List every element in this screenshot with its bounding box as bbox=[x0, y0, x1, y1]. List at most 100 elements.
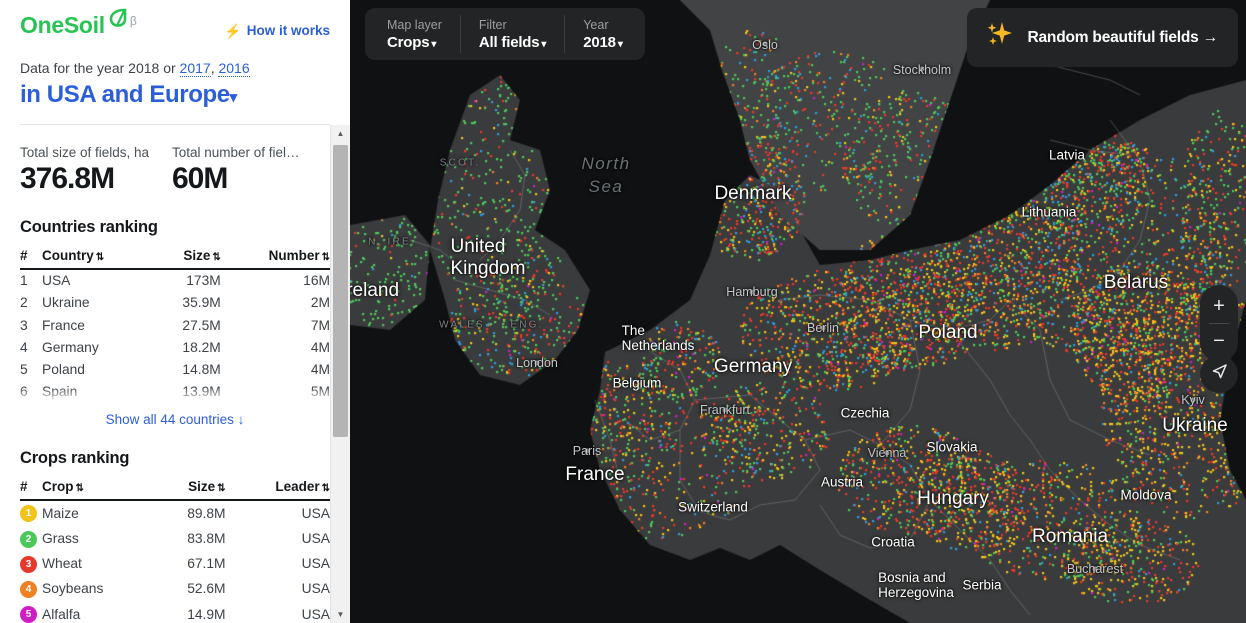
filter-value: All fields ▾ bbox=[478, 33, 547, 51]
row-size: 35.9M bbox=[182, 295, 221, 311]
table-header-row: # Crop ⇅ Size ⇅ Leader ⇅ bbox=[20, 474, 330, 501]
row-size: 13.9M bbox=[182, 384, 221, 400]
crop-color-badge: 2 bbox=[20, 530, 37, 548]
row-crop: Maize bbox=[42, 505, 79, 521]
table-header-row: # Country ⇅ Size ⇅ Number ⇅ bbox=[20, 243, 330, 270]
row-country: France bbox=[42, 317, 85, 333]
crop-color-badge: 3 bbox=[20, 555, 37, 573]
city-dot-icon bbox=[820, 325, 826, 331]
year-label: Year bbox=[583, 18, 609, 32]
sidebar: OneSoil β ⚡ How it works Data for the ye… bbox=[0, 0, 350, 623]
header-divider bbox=[20, 124, 330, 125]
row-size: 67.1M bbox=[187, 556, 226, 572]
row-rank-badge: 5 bbox=[20, 601, 42, 623]
table-row[interactable]: 3 France 27.5M 7M bbox=[20, 314, 330, 336]
stat-value: 376.8M bbox=[20, 162, 115, 195]
map-canvas[interactable] bbox=[350, 0, 1246, 623]
year-link-2017[interactable]: 2017 bbox=[179, 60, 211, 77]
sort-icon[interactable]: ⇅ bbox=[212, 252, 220, 263]
table-row[interactable]: 2 Grass 83.8M USA bbox=[20, 526, 330, 551]
stat-total-number: Total number of fiel… 60M bbox=[172, 145, 300, 196]
onesoil-logo[interactable]: OneSoil β bbox=[20, 8, 137, 37]
scrollbar-thumb[interactable] bbox=[333, 145, 348, 437]
lightning-bolt-icon: ⚡ bbox=[224, 22, 242, 39]
table-row[interactable]: 5 Alfalfa 14.9M USA bbox=[20, 601, 330, 623]
table-row[interactable]: 1 USA 173M 16M bbox=[20, 269, 330, 292]
table-row[interactable]: 4 Germany 18.2M 4M bbox=[20, 336, 330, 358]
crop-color-badge: 5 bbox=[20, 606, 37, 623]
city-dot-icon bbox=[722, 407, 728, 413]
stat-total-size: Total size of fields, ha 376.8M bbox=[20, 145, 172, 196]
random-beautiful-fields-label: Random beautiful fields → bbox=[1027, 28, 1219, 46]
row-rank-badge: 4 bbox=[20, 576, 42, 601]
row-rank-badge: 2 bbox=[20, 526, 42, 551]
countries-ranking-title: Countries ranking bbox=[20, 217, 158, 236]
sidebar-header: OneSoil β ⚡ How it works Data for the ye… bbox=[0, 0, 350, 125]
row-number: 16M bbox=[303, 273, 330, 289]
leaf-icon bbox=[107, 7, 129, 36]
row-rank: 4 bbox=[20, 339, 28, 355]
crop-color-badge: 4 bbox=[20, 580, 37, 598]
row-leader: USA bbox=[301, 581, 330, 597]
table-row[interactable]: 1 Maize 89.8M USA bbox=[20, 500, 330, 526]
col-size[interactable]: Size ⇅ bbox=[154, 474, 226, 501]
row-rank: 6 bbox=[20, 384, 28, 400]
countries-ranking-table: # Country ⇅ Size ⇅ Number ⇅ 1 USA 173M 16M 2 Ukr… bbox=[20, 243, 330, 403]
row-crop: Alfalfa bbox=[42, 606, 81, 622]
how-it-works-label: How it works bbox=[246, 23, 330, 38]
table-row[interactable]: 2 Ukraine 35.9M 2M bbox=[20, 292, 330, 314]
filter-dropdown[interactable]: Filter All fields ▾ bbox=[459, 15, 564, 53]
table-row[interactable]: 5 Poland 14.8M 4M bbox=[20, 358, 330, 380]
row-leader: USA bbox=[301, 606, 330, 622]
year-dropdown[interactable]: Year 2018 ▾ bbox=[564, 15, 640, 53]
crops-ranking-title: Crops ranking bbox=[20, 448, 130, 467]
map-layer-dropdown[interactable]: Map layer Crops ▾ bbox=[369, 15, 460, 53]
col-country[interactable]: Country ⇅ bbox=[42, 243, 153, 270]
year-link-2016[interactable]: 2016 bbox=[218, 60, 250, 77]
table-row[interactable]: 3 Wheat 67.1M USA bbox=[20, 551, 330, 576]
map-view[interactable]: NorthSeaUnitedKingdomIrelandDenmarkGerma… bbox=[350, 0, 1246, 623]
col-size[interactable]: Size ⇅ bbox=[152, 243, 221, 270]
stats-row: Total size of fields, ha 376.8M Total nu… bbox=[20, 145, 330, 196]
random-beautiful-fields-button[interactable]: Random beautiful fields → bbox=[966, 8, 1238, 67]
crops-ranking-table: # Crop ⇅ Size ⇅ Leader ⇅ 1 Maize 89.8M USA 2 Gra… bbox=[20, 474, 330, 623]
stat-value: 60M bbox=[172, 162, 228, 195]
row-rank: 5 bbox=[20, 361, 28, 377]
crop-color-badge: 1 bbox=[20, 505, 37, 523]
table-row[interactable]: 4 Soybeans 52.6M USA bbox=[20, 576, 330, 601]
col-crop[interactable]: Crop ⇅ bbox=[42, 474, 155, 501]
navigation-arrow-icon bbox=[1210, 362, 1229, 386]
sort-icon[interactable]: ⇅ bbox=[322, 483, 330, 494]
how-it-works-link[interactable]: ⚡ How it works bbox=[224, 23, 330, 38]
row-crop: Grass bbox=[42, 531, 79, 546]
row-size: 18.2M bbox=[182, 339, 221, 355]
sidebar-scrollbar[interactable]: ▲ ▼ bbox=[330, 125, 350, 623]
city-dot-icon bbox=[534, 360, 540, 366]
sort-icon[interactable]: ⇅ bbox=[322, 252, 330, 263]
row-number: 4M bbox=[310, 339, 330, 355]
col-leader[interactable]: Leader ⇅ bbox=[225, 474, 330, 501]
row-rank: 1 bbox=[20, 273, 28, 289]
row-rank: 2 bbox=[20, 295, 28, 311]
row-size: 14.9M bbox=[187, 606, 226, 622]
city-dot-icon bbox=[1092, 566, 1098, 572]
sort-icon[interactable]: ⇅ bbox=[217, 483, 225, 494]
scroll-up-arrow-icon[interactable]: ▲ bbox=[331, 125, 350, 142]
scroll-down-arrow-icon[interactable]: ▼ bbox=[331, 606, 350, 623]
map-layer-label: Map layer bbox=[387, 18, 442, 32]
col-rank: # bbox=[20, 474, 42, 501]
zoom-in-button[interactable]: + bbox=[1200, 289, 1238, 323]
show-all-countries-link[interactable]: Show all 44 countries ↓ bbox=[20, 412, 330, 427]
region-selector[interactable]: in USA and Europe▾ bbox=[20, 81, 330, 109]
row-country: Spain bbox=[42, 384, 78, 400]
city-dot-icon bbox=[1190, 397, 1196, 403]
table-row[interactable]: 6 Spain 13.9M 5M bbox=[20, 381, 330, 403]
row-country: Germany bbox=[42, 339, 99, 355]
locate-button[interactable] bbox=[1200, 355, 1238, 393]
row-country: USA bbox=[42, 273, 71, 289]
sort-icon[interactable]: ⇅ bbox=[96, 252, 104, 263]
city-dot-icon bbox=[884, 450, 890, 456]
zoom-out-button[interactable]: − bbox=[1200, 324, 1238, 358]
sort-icon[interactable]: ⇅ bbox=[76, 483, 84, 494]
col-number[interactable]: Number ⇅ bbox=[220, 243, 330, 270]
